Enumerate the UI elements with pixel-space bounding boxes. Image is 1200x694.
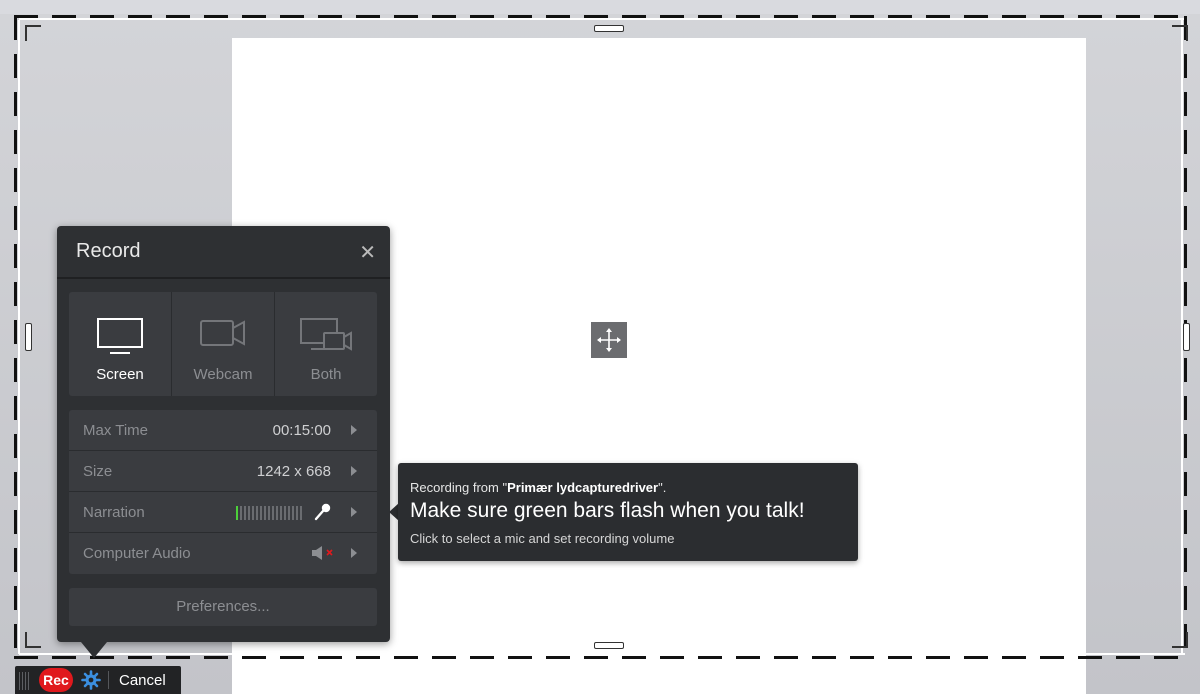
resize-corner-bottom-right[interactable]: [1172, 632, 1188, 648]
mic-level-meter: [236, 506, 303, 520]
mode-label: Webcam: [193, 366, 253, 383]
narration-tooltip: Recording from "Primær lydcapturedriver"…: [398, 463, 858, 561]
preferences-button[interactable]: Preferences...: [69, 588, 377, 626]
capture-frame-left-inner: [18, 20, 20, 654]
close-icon[interactable]: ✕: [359, 240, 376, 265]
capture-frame-bottom: [14, 656, 1190, 659]
chevron-right-icon: [351, 466, 357, 476]
resize-handle-top[interactable]: [594, 25, 624, 32]
computer-audio-label: Computer Audio: [83, 545, 191, 562]
size-label: Size: [83, 463, 113, 480]
resize-handle-left[interactable]: [25, 323, 32, 351]
speaker-muted-icon: [312, 546, 333, 560]
panel-title: Record: [76, 240, 141, 262]
resize-handle-right[interactable]: [1183, 323, 1190, 351]
max-time-label: Max Time: [83, 422, 149, 439]
chevron-right-icon: [351, 507, 357, 517]
record-button[interactable]: Rec: [39, 668, 73, 692]
capture-frame-left: [14, 16, 17, 658]
microphone-icon: [314, 503, 331, 521]
size-row[interactable]: Size 1242 x 668: [69, 451, 377, 492]
capture-mode-selector: Screen Webcam Both: [69, 292, 377, 396]
recording-control-bar: Rec Cancel: [15, 666, 181, 694]
screen-webcam-icon: [300, 318, 352, 351]
tooltip-headline: Make sure green bars flash when you talk…: [410, 499, 805, 522]
cancel-button[interactable]: Cancel: [119, 672, 166, 689]
computer-audio-row[interactable]: Computer Audio: [69, 533, 377, 573]
recording-settings: Max Time 00:15:00 Size 1242 x 668 Narrat…: [69, 410, 377, 574]
resize-handle-bottom[interactable]: [594, 642, 624, 649]
mode-label: Both: [310, 366, 342, 383]
max-time-value: 00:15:00: [272, 422, 331, 439]
tooltip-device-line: Recording from "Primær lydcapturedriver"…: [410, 480, 666, 495]
capture-frame-top-inner: [19, 18, 1185, 20]
capture-frame-bottom-inner: [19, 653, 1185, 655]
mode-label: Screen: [96, 366, 144, 383]
gear-icon[interactable]: [81, 670, 101, 690]
move-region-icon[interactable]: [591, 322, 627, 358]
capture-frame-top: [14, 15, 1190, 18]
tooltip-prefix: Recording from ": [410, 480, 508, 495]
host-app-toolbar-strip: [0, 0, 1200, 14]
resize-corner-top-left[interactable]: [25, 25, 41, 41]
tooltip-suffix: ".: [658, 480, 667, 495]
chevron-right-icon: [351, 425, 357, 435]
max-time-row[interactable]: Max Time 00:15:00: [69, 410, 377, 451]
mode-webcam-button[interactable]: Webcam: [171, 292, 274, 396]
mode-screen-button[interactable]: Screen: [69, 292, 171, 396]
mic-level-fill: [236, 506, 238, 520]
chevron-right-icon: [351, 548, 357, 558]
divider: [57, 277, 390, 279]
audio-device-name: Primær lydcapturedriver: [507, 480, 659, 495]
divider: [108, 671, 109, 689]
panel-pointer: [81, 642, 107, 658]
mode-both-button[interactable]: Both: [274, 292, 377, 396]
drag-handle[interactable]: [19, 672, 31, 690]
narration-label: Narration: [83, 504, 145, 521]
narration-row[interactable]: Narration: [69, 492, 377, 533]
resize-corner-top-right[interactable]: [1172, 25, 1188, 41]
webcam-icon: [200, 320, 245, 346]
record-panel: Record ✕ Screen Webcam Both Max Time 00:…: [57, 226, 390, 642]
monitor-icon: [97, 318, 143, 354]
resize-corner-bottom-left[interactable]: [25, 632, 41, 648]
move-arrows-icon: [597, 328, 621, 352]
tooltip-hint: Click to select a mic and set recording …: [410, 531, 675, 546]
size-value: 1242 x 668: [256, 463, 331, 480]
